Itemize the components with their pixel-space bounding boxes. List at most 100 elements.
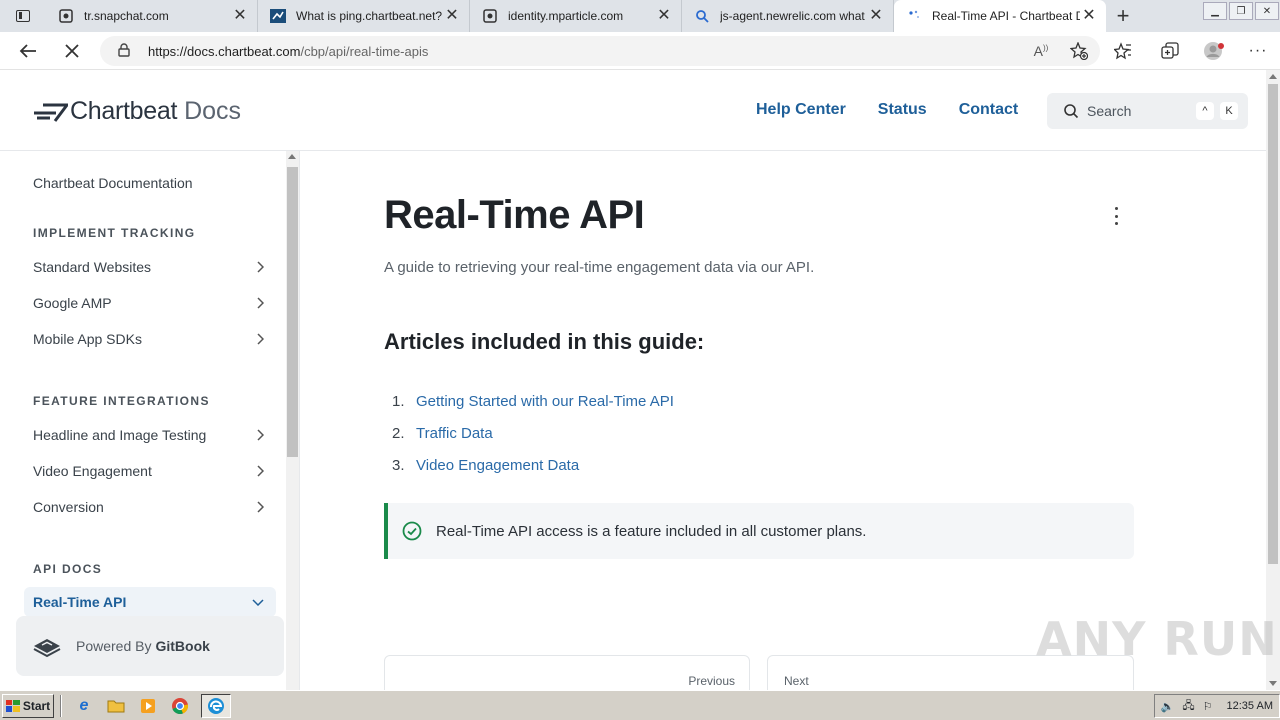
add-favorite-button[interactable]	[1060, 32, 1098, 70]
taskbar-separator	[60, 694, 62, 717]
avatar	[1204, 42, 1224, 60]
site-logo[interactable]: Chartbeat Docs	[34, 97, 241, 126]
sidebar-item-standard-websites[interactable]: Standard Websites	[24, 252, 276, 282]
scroll-up-arrow-icon[interactable]	[1269, 74, 1277, 79]
search-placeholder: Search	[1087, 103, 1132, 119]
settings-more-button[interactable]: ···	[1236, 32, 1280, 70]
internet-explorer-icon: e	[79, 696, 89, 714]
tab-close-icon[interactable]: ✕	[1080, 7, 1098, 25]
favorites-button[interactable]	[1098, 32, 1148, 70]
tab-title: What is ping.chartbeat.net?	[296, 9, 443, 23]
page-actions-button[interactable]	[1112, 207, 1120, 225]
sidebar-item-chartbeat-documentation[interactable]: Chartbeat Documentation	[24, 168, 276, 198]
sidebar-item-google-amp[interactable]: Google AMP	[24, 288, 276, 318]
sidebar-item-real-time-api[interactable]: Real-Time API	[24, 587, 276, 617]
clock[interactable]: 12:35 AM	[1227, 700, 1273, 712]
profile-button[interactable]	[1192, 32, 1236, 70]
stop-loading-button[interactable]	[54, 35, 90, 67]
shortcut-key-ctrl: ^	[1196, 102, 1214, 120]
start-button[interactable]: Start	[2, 693, 54, 718]
browser-tab-newrelic-search[interactable]: js-agent.newrelic.com what ✕	[682, 0, 894, 32]
chrome-icon	[172, 697, 189, 714]
scroll-up-arrow-icon[interactable]	[288, 154, 296, 159]
site-favicon-icon	[270, 8, 286, 24]
list-item: 1. Getting Started with our Real-Time AP…	[392, 385, 674, 417]
search-button[interactable]: Search ^ K	[1047, 93, 1248, 129]
toolbar-actions: A)) ···	[1022, 32, 1280, 70]
shortcut-key-k: K	[1220, 102, 1238, 120]
flag-blue	[5, 706, 13, 712]
tab-close-icon[interactable]: ✕	[231, 7, 249, 25]
article-link-video-engagement-data[interactable]: Video Engagement Data	[416, 457, 579, 474]
nav-link-status[interactable]: Status	[878, 101, 927, 119]
scroll-down-arrow-icon[interactable]	[1269, 681, 1277, 686]
chrome-quicklaunch-button[interactable]	[169, 695, 191, 717]
plus-icon: +	[1116, 3, 1130, 28]
collections-button[interactable]	[1148, 32, 1192, 70]
more-vertical-icon	[1114, 207, 1118, 210]
article-link-traffic-data[interactable]: Traffic Data	[416, 425, 493, 442]
window-controls: ▁ ❐ ✕	[1202, 0, 1280, 20]
article-link-getting-started[interactable]: Getting Started with our Real-Time API	[416, 393, 674, 410]
media-quicklaunch-button[interactable]	[137, 695, 159, 717]
list-number: 3.	[392, 456, 405, 474]
browser-tab-realtime-api[interactable]: Real-Time API - Chartbeat D ✕	[894, 0, 1106, 32]
close-window-button[interactable]: ✕	[1255, 2, 1279, 20]
new-tab-button[interactable]: +	[1106, 0, 1140, 32]
sidebar-scrollbar[interactable]	[286, 151, 299, 690]
nav-link-contact[interactable]: Contact	[959, 101, 1019, 119]
tab-title: tr.snapchat.com	[84, 9, 169, 23]
tab-actions-button[interactable]	[0, 0, 46, 32]
more-horizontal-icon: ···	[1248, 42, 1268, 59]
sidebar-item-video-engagement[interactable]: Video Engagement	[24, 456, 276, 486]
star-add-icon	[1070, 42, 1088, 60]
sidebar-item-label: Standard Websites	[33, 259, 152, 275]
tab-actions-icon	[16, 10, 30, 22]
edge-taskbar-button[interactable]	[201, 693, 231, 718]
articles-heading: Articles included in this guide:	[384, 329, 705, 354]
brand-suffix: Docs	[184, 97, 242, 125]
collections-icon	[1161, 42, 1179, 59]
browser-tab-ping-chartbeat[interactable]: What is ping.chartbeat.net? ✕	[258, 0, 470, 32]
page-favicon-icon	[482, 8, 498, 24]
tab-title: Real-Time API - Chartbeat D	[932, 9, 1080, 23]
scrollbar-thumb[interactable]	[1268, 84, 1278, 564]
sidebar-item-mobile-app-sdks[interactable]: Mobile App SDKs	[24, 324, 276, 354]
tab-title: identity.mparticle.com	[508, 9, 624, 23]
minimize-button[interactable]: ▁	[1203, 2, 1227, 20]
page-description: A guide to retrieving your real-time eng…	[384, 259, 815, 276]
sidebar-item-conversion[interactable]: Conversion	[24, 492, 276, 522]
tab-close-icon[interactable]: ✕	[655, 7, 673, 25]
article-list: 1. Getting Started with our Real-Time AP…	[392, 385, 674, 481]
action-center-flag-icon[interactable]: ⚐	[1203, 700, 1213, 713]
list-number: 2.	[392, 424, 405, 442]
flag-red	[5, 699, 13, 705]
sidebar-item-label: Mobile App SDKs	[33, 331, 142, 347]
previous-page-button[interactable]: Previous	[384, 655, 750, 690]
nav-link-help-center[interactable]: Help Center	[756, 101, 846, 119]
browser-tab-mparticle[interactable]: identity.mparticle.com ✕	[470, 0, 682, 32]
media-player-icon	[141, 698, 155, 713]
scrollbar-thumb[interactable]	[287, 167, 298, 457]
network-icon[interactable]: 🖧	[1182, 697, 1194, 716]
address-bar[interactable]: https://docs.chartbeat.com/cbp/api/real-…	[100, 36, 1100, 66]
sidebar-item-label: Conversion	[33, 499, 104, 515]
restore-button[interactable]: ❐	[1229, 2, 1253, 20]
page-scrollbar[interactable]	[1266, 70, 1280, 690]
chevron-right-icon	[257, 501, 264, 513]
powered-by-label: Powered By	[76, 638, 152, 654]
powered-by-gitbook-link[interactable]: Powered By GitBook	[16, 616, 284, 676]
explorer-quicklaunch-button[interactable]	[105, 695, 127, 717]
back-button[interactable]	[10, 35, 46, 67]
read-aloud-button[interactable]: A))	[1022, 32, 1060, 70]
ie-quicklaunch-button[interactable]: e	[73, 695, 95, 717]
list-number: 1.	[392, 392, 405, 410]
sidebar-item-headline-image-testing[interactable]: Headline and Image Testing	[24, 420, 276, 450]
volume-icon[interactable]: 🔈	[1161, 700, 1175, 713]
browser-tab-snapchat[interactable]: tr.snapchat.com ✕	[46, 0, 258, 32]
search-icon	[1064, 104, 1079, 119]
chevron-right-icon	[257, 429, 264, 441]
tab-close-icon[interactable]: ✕	[443, 7, 461, 25]
tab-close-icon[interactable]: ✕	[867, 7, 885, 25]
sidebar-section-implement-tracking: IMPLEMENT TRACKING	[33, 226, 196, 240]
